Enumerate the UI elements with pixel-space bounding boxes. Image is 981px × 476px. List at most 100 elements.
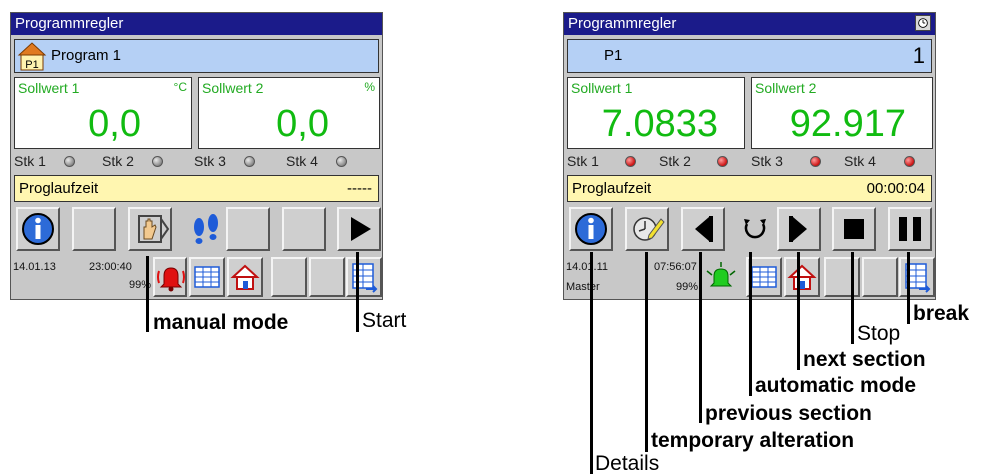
menu-exit-button[interactable] xyxy=(346,257,382,297)
callout-line-manual-mode xyxy=(146,256,149,332)
status-date: 14.01.11 xyxy=(566,261,609,273)
home-button[interactable] xyxy=(227,257,263,297)
empty-button-3[interactable] xyxy=(282,207,326,251)
callout-start: Start xyxy=(362,309,407,332)
program-runtime-bar: Proglaufzeit ----- xyxy=(14,175,379,202)
clock-icon xyxy=(915,15,931,31)
info-icon xyxy=(575,213,607,245)
hand-icon xyxy=(138,215,170,243)
stk-3-label: Stk 3 xyxy=(194,153,226,169)
stk-3-indicator-icon xyxy=(244,156,255,167)
setpoint-2-value: 92.917 xyxy=(789,103,906,145)
callout-automatic-mode: automatic mode xyxy=(755,374,917,397)
previous-section-button[interactable] xyxy=(681,207,725,251)
empty-button-2[interactable] xyxy=(226,207,270,251)
callout-manual-mode: manual mode xyxy=(153,311,289,334)
setpoint-1-label: Sollwert 1 xyxy=(571,80,633,96)
setpoint-1-box: Sollwert 1 7.0833 xyxy=(567,77,745,149)
break-button[interactable] xyxy=(888,207,932,251)
automatic-footsteps-button[interactable] xyxy=(184,207,228,251)
stk-2-label: Stk 2 xyxy=(102,153,134,169)
status-bar: 14.01.13 23:00:40 99% xyxy=(11,257,382,299)
setpoint-1-value: 7.0833 xyxy=(601,103,718,145)
status-percent: 99% xyxy=(676,281,699,293)
runtime-value: 00:00:04 xyxy=(866,180,925,197)
setpoint-1-label: Sollwert 1 xyxy=(18,80,80,96)
previous-icon xyxy=(695,216,713,242)
runtime-value: ----- xyxy=(347,180,372,197)
program-name: Program 1 xyxy=(51,47,122,64)
stk-2-indicator-icon xyxy=(152,156,163,167)
program-name: P1 xyxy=(604,47,623,64)
home-button[interactable] xyxy=(784,257,820,297)
setpoint-2-box: Sollwert 2 % 0,0 xyxy=(198,77,380,149)
status-time: 23:00:40 xyxy=(89,261,132,273)
callout-break: break xyxy=(913,302,970,325)
stk-2-label: Stk 2 xyxy=(659,153,691,169)
window-title: Programmregler xyxy=(568,15,677,32)
stk-4-indicator-icon xyxy=(336,156,347,167)
table-icon xyxy=(194,266,220,288)
setpoint-1-value: 0,0 xyxy=(88,103,141,145)
callout-line-start xyxy=(356,252,359,332)
stop-icon xyxy=(844,219,864,239)
callout-line-automatic-mode xyxy=(749,252,752,396)
stk-1-label: Stk 1 xyxy=(567,153,599,169)
callout-line-next-section xyxy=(797,252,800,370)
automatic-mode-button[interactable] xyxy=(733,207,777,251)
runtime-label: Proglaufzeit xyxy=(19,180,99,197)
green-bell-icon xyxy=(706,262,736,287)
details-button[interactable] xyxy=(569,207,613,251)
status-empty-button-1[interactable] xyxy=(824,257,860,297)
setpoint-1-box: Sollwert 1 °C 0,0 xyxy=(14,77,192,149)
callout-line-stop xyxy=(851,252,854,344)
temporary-alteration-button[interactable] xyxy=(625,207,669,251)
status-empty-button-2[interactable] xyxy=(862,257,898,297)
status-user: Master xyxy=(566,281,600,293)
alarm-indicator[interactable] xyxy=(704,257,738,297)
stk-4-label: Stk 4 xyxy=(844,153,876,169)
program-bar[interactable]: P1 Program 1 xyxy=(14,39,379,73)
setpoint-2-label: Sollwert 2 xyxy=(202,80,264,96)
program-runtime-bar: Proglaufzeit 00:00:04 xyxy=(567,175,932,202)
status-time: 07:56:07 xyxy=(654,261,697,273)
stk-2-indicator-icon xyxy=(717,156,728,167)
program-bar[interactable]: P1 1 xyxy=(567,39,932,73)
menu-exit-icon xyxy=(352,263,378,293)
setpoint-2-value: 0,0 xyxy=(276,103,329,145)
table-view-button[interactable] xyxy=(189,257,225,297)
callout-line-temporary-alteration xyxy=(645,252,648,452)
callout-next-section: next section xyxy=(803,348,926,371)
callout-stop: Stop xyxy=(857,322,901,345)
stop-button[interactable] xyxy=(832,207,876,251)
callout-line-previous-section xyxy=(699,252,702,423)
details-button[interactable] xyxy=(16,207,60,251)
menu-exit-icon xyxy=(905,263,931,293)
stk-4-indicator-icon xyxy=(904,156,915,167)
play-icon xyxy=(351,217,371,241)
status-empty-button-2[interactable] xyxy=(309,257,345,297)
next-section-button[interactable] xyxy=(777,207,821,251)
stk-1-indicator-icon xyxy=(625,156,636,167)
status-empty-button-1[interactable] xyxy=(271,257,307,297)
stk-3-indicator-icon xyxy=(810,156,821,167)
callout-line-details xyxy=(590,252,593,474)
edit-clock-icon xyxy=(633,217,665,241)
stk-3-label: Stk 3 xyxy=(751,153,783,169)
callout-line-break xyxy=(907,252,910,324)
menu-exit-button[interactable] xyxy=(899,257,935,297)
start-button[interactable] xyxy=(337,207,381,251)
alarm-button[interactable] xyxy=(153,257,187,297)
svg-text:P1: P1 xyxy=(25,59,38,71)
stk-row: Stk 1 Stk 2 Stk 3 Stk 4 xyxy=(14,153,379,171)
callout-temporary-alteration: temporary alteration xyxy=(651,429,855,452)
runtime-label: Proglaufzeit xyxy=(572,180,652,197)
empty-button-1[interactable] xyxy=(72,207,116,251)
callout-previous-section: previous section xyxy=(705,402,872,425)
manual-mode-button[interactable] xyxy=(128,207,172,251)
next-icon xyxy=(789,216,807,242)
home-icon xyxy=(787,264,817,290)
setpoint-2-box: Sollwert 2 92.917 xyxy=(751,77,933,149)
pause-icon xyxy=(899,217,921,241)
automatic-cycle-icon xyxy=(744,219,766,239)
